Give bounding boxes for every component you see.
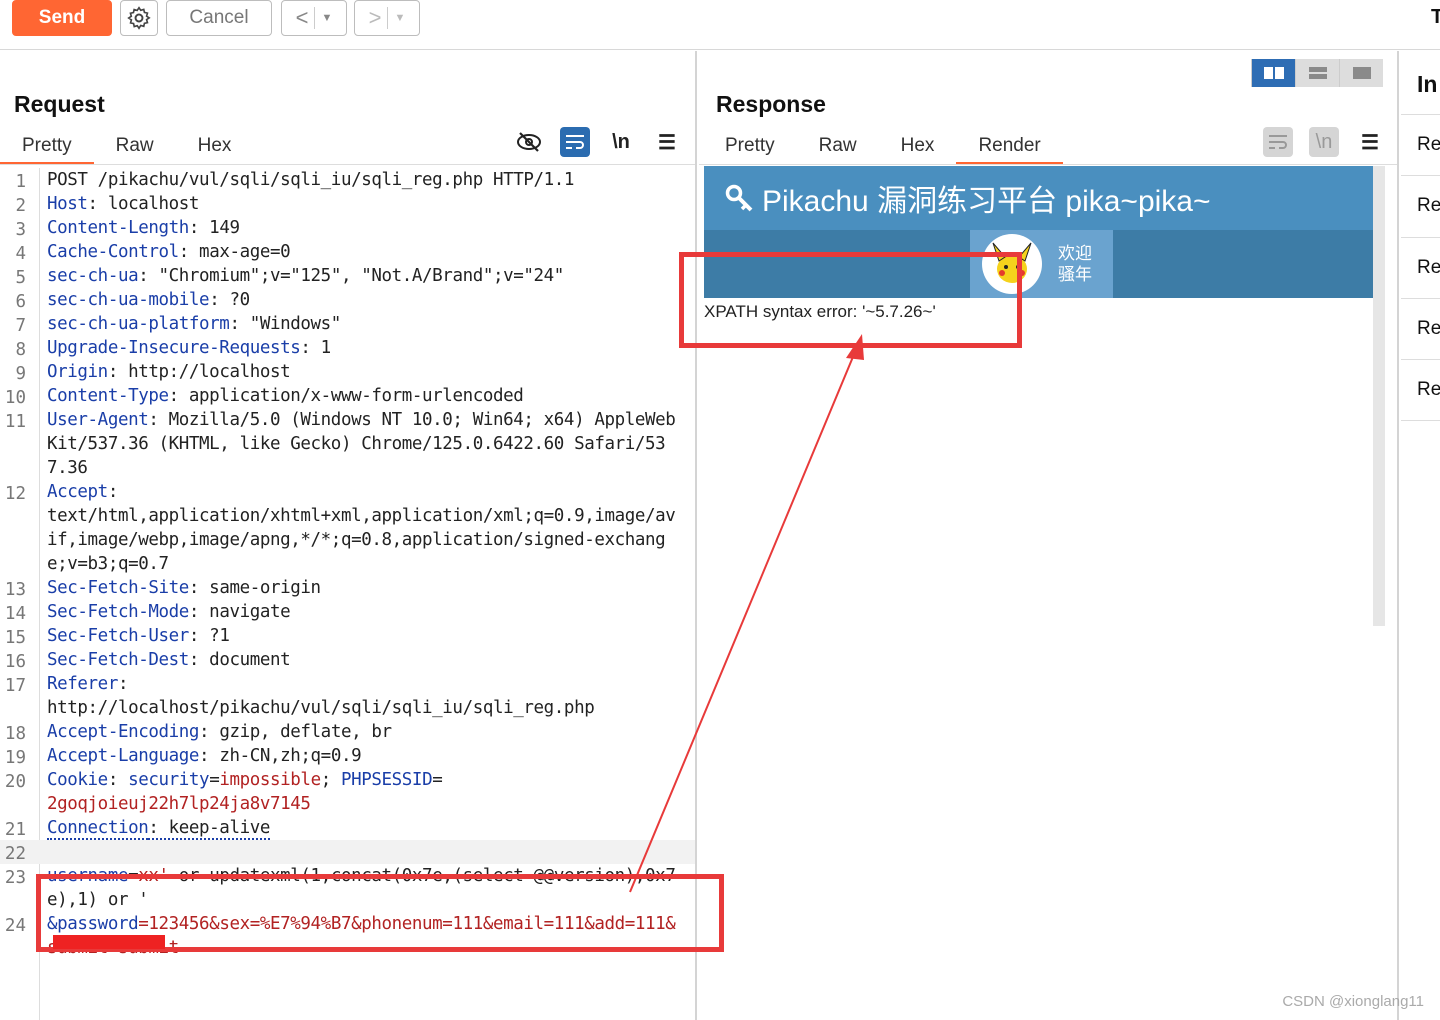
annotation-arrow [629, 334, 864, 893]
watermark: CSDN @xionglang11 [1282, 993, 1424, 1010]
